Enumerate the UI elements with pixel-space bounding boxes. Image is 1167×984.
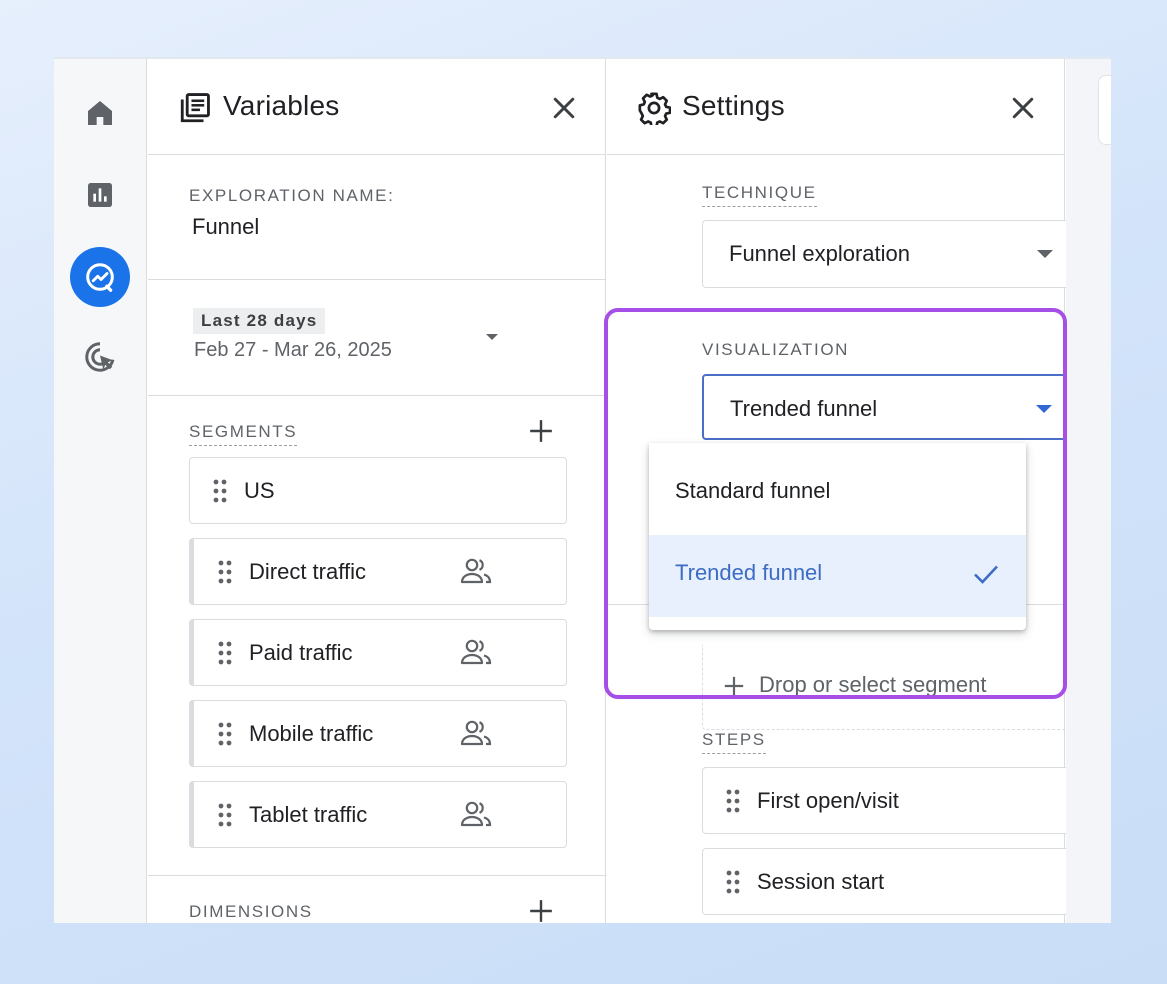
explore-chart-icon [86, 263, 114, 292]
nav-rail [54, 59, 147, 923]
segment-chip[interactable]: Mobile traffic [189, 700, 567, 767]
segments-label: SEGMENTS [189, 422, 298, 446]
segment-drop-label: Drop or select segment [759, 672, 987, 697]
visualization-menu: Standard funnel Trended funnel [649, 443, 1026, 630]
menu-item-label: Trended funnel [675, 560, 823, 585]
segment-label: US [244, 478, 275, 503]
step-chip[interactable]: Session start [702, 848, 1080, 915]
drag-handle-icon[interactable] [218, 560, 232, 584]
menu-item-trended-funnel[interactable]: Trended funnel [649, 535, 1026, 617]
segment-chip[interactable]: US [189, 457, 567, 524]
date-preset-badge: Last 28 days [193, 308, 326, 334]
close-variables-icon[interactable] [549, 93, 579, 123]
steps-label: STEPS [702, 730, 766, 754]
nav-reports-button[interactable] [70, 165, 130, 225]
drag-handle-icon[interactable] [218, 722, 232, 746]
exploration-name-section: EXPLORATION NAME: Funnel [148, 156, 605, 280]
drag-handle-icon[interactable] [726, 870, 740, 894]
segment-label: Direct traffic [249, 559, 366, 584]
drag-handle-icon[interactable] [213, 479, 227, 503]
add-segment-icon[interactable] [528, 418, 554, 444]
user-segment-icon [460, 801, 492, 827]
menu-item-standard-funnel[interactable]: Standard funnel [649, 453, 1026, 535]
home-icon [88, 101, 112, 125]
nav-advertising-button[interactable] [70, 327, 130, 387]
section-divider [148, 875, 605, 876]
user-segment-icon [460, 720, 492, 746]
target-cursor-icon [85, 342, 115, 372]
canvas-tab [1098, 75, 1111, 145]
segment-label: Tablet traffic [249, 802, 368, 827]
checkmark-icon [974, 565, 998, 584]
date-range-section[interactable]: Last 28 days Feb 27 - Mar 26, 2025 [148, 280, 605, 396]
bar-chart-icon [88, 183, 112, 207]
settings-title: Settings [682, 90, 785, 121]
add-dimension-icon[interactable] [528, 898, 554, 923]
segment-chip[interactable]: Direct traffic [189, 538, 567, 605]
technique-value: Funnel exploration [729, 241, 911, 266]
drag-handle-icon[interactable] [218, 641, 232, 665]
variables-header: Variables [148, 59, 605, 155]
visualization-select[interactable]: Trended funnel [702, 374, 1080, 440]
segment-chip[interactable]: Tablet traffic [189, 781, 567, 848]
user-segment-icon [460, 558, 492, 584]
segment-label: Paid traffic [249, 640, 353, 665]
drag-handle-icon[interactable] [218, 803, 232, 827]
gear-icon [638, 92, 671, 125]
dimensions-label: DIMENSIONS [189, 902, 313, 923]
plus-icon [724, 676, 744, 696]
chevron-down-icon [1036, 405, 1052, 413]
variables-title: Variables [223, 90, 340, 121]
segment-chip[interactable]: Paid traffic [189, 619, 567, 686]
date-range-text: Feb 27 - Mar 26, 2025 [194, 339, 392, 361]
chevron-down-icon [1037, 250, 1053, 258]
exploration-name-label: EXPLORATION NAME: [189, 186, 395, 205]
canvas-edge [1066, 59, 1111, 923]
chevron-down-icon[interactable] [486, 334, 498, 340]
menu-item-label: Standard funnel [675, 478, 831, 503]
visualization-label: VISUALIZATION [702, 340, 850, 359]
nav-home-button[interactable] [70, 83, 130, 143]
segment-dropzone[interactable]: Drop or select segment [702, 645, 1080, 730]
step-label: Session start [757, 869, 885, 894]
technique-label: TECHNIQUE [702, 183, 817, 207]
drag-handle-icon[interactable] [726, 789, 740, 813]
settings-header: Settings [607, 59, 1064, 155]
user-segment-icon [460, 639, 492, 665]
nav-explore-button[interactable] [70, 247, 130, 307]
step-chip[interactable]: First open/visit [702, 767, 1080, 834]
variables-list-icon [180, 93, 210, 123]
segment-label: Mobile traffic [249, 721, 374, 746]
step-label: First open/visit [757, 788, 899, 813]
variables-panel: Variables EXPLORATION NAME: Funnel Last … [148, 59, 606, 923]
visualization-value: Trended funnel [730, 396, 878, 421]
technique-select[interactable]: Funnel exploration [702, 220, 1080, 288]
close-settings-icon[interactable] [1008, 93, 1038, 123]
exploration-name-input[interactable]: Funnel [192, 214, 259, 240]
